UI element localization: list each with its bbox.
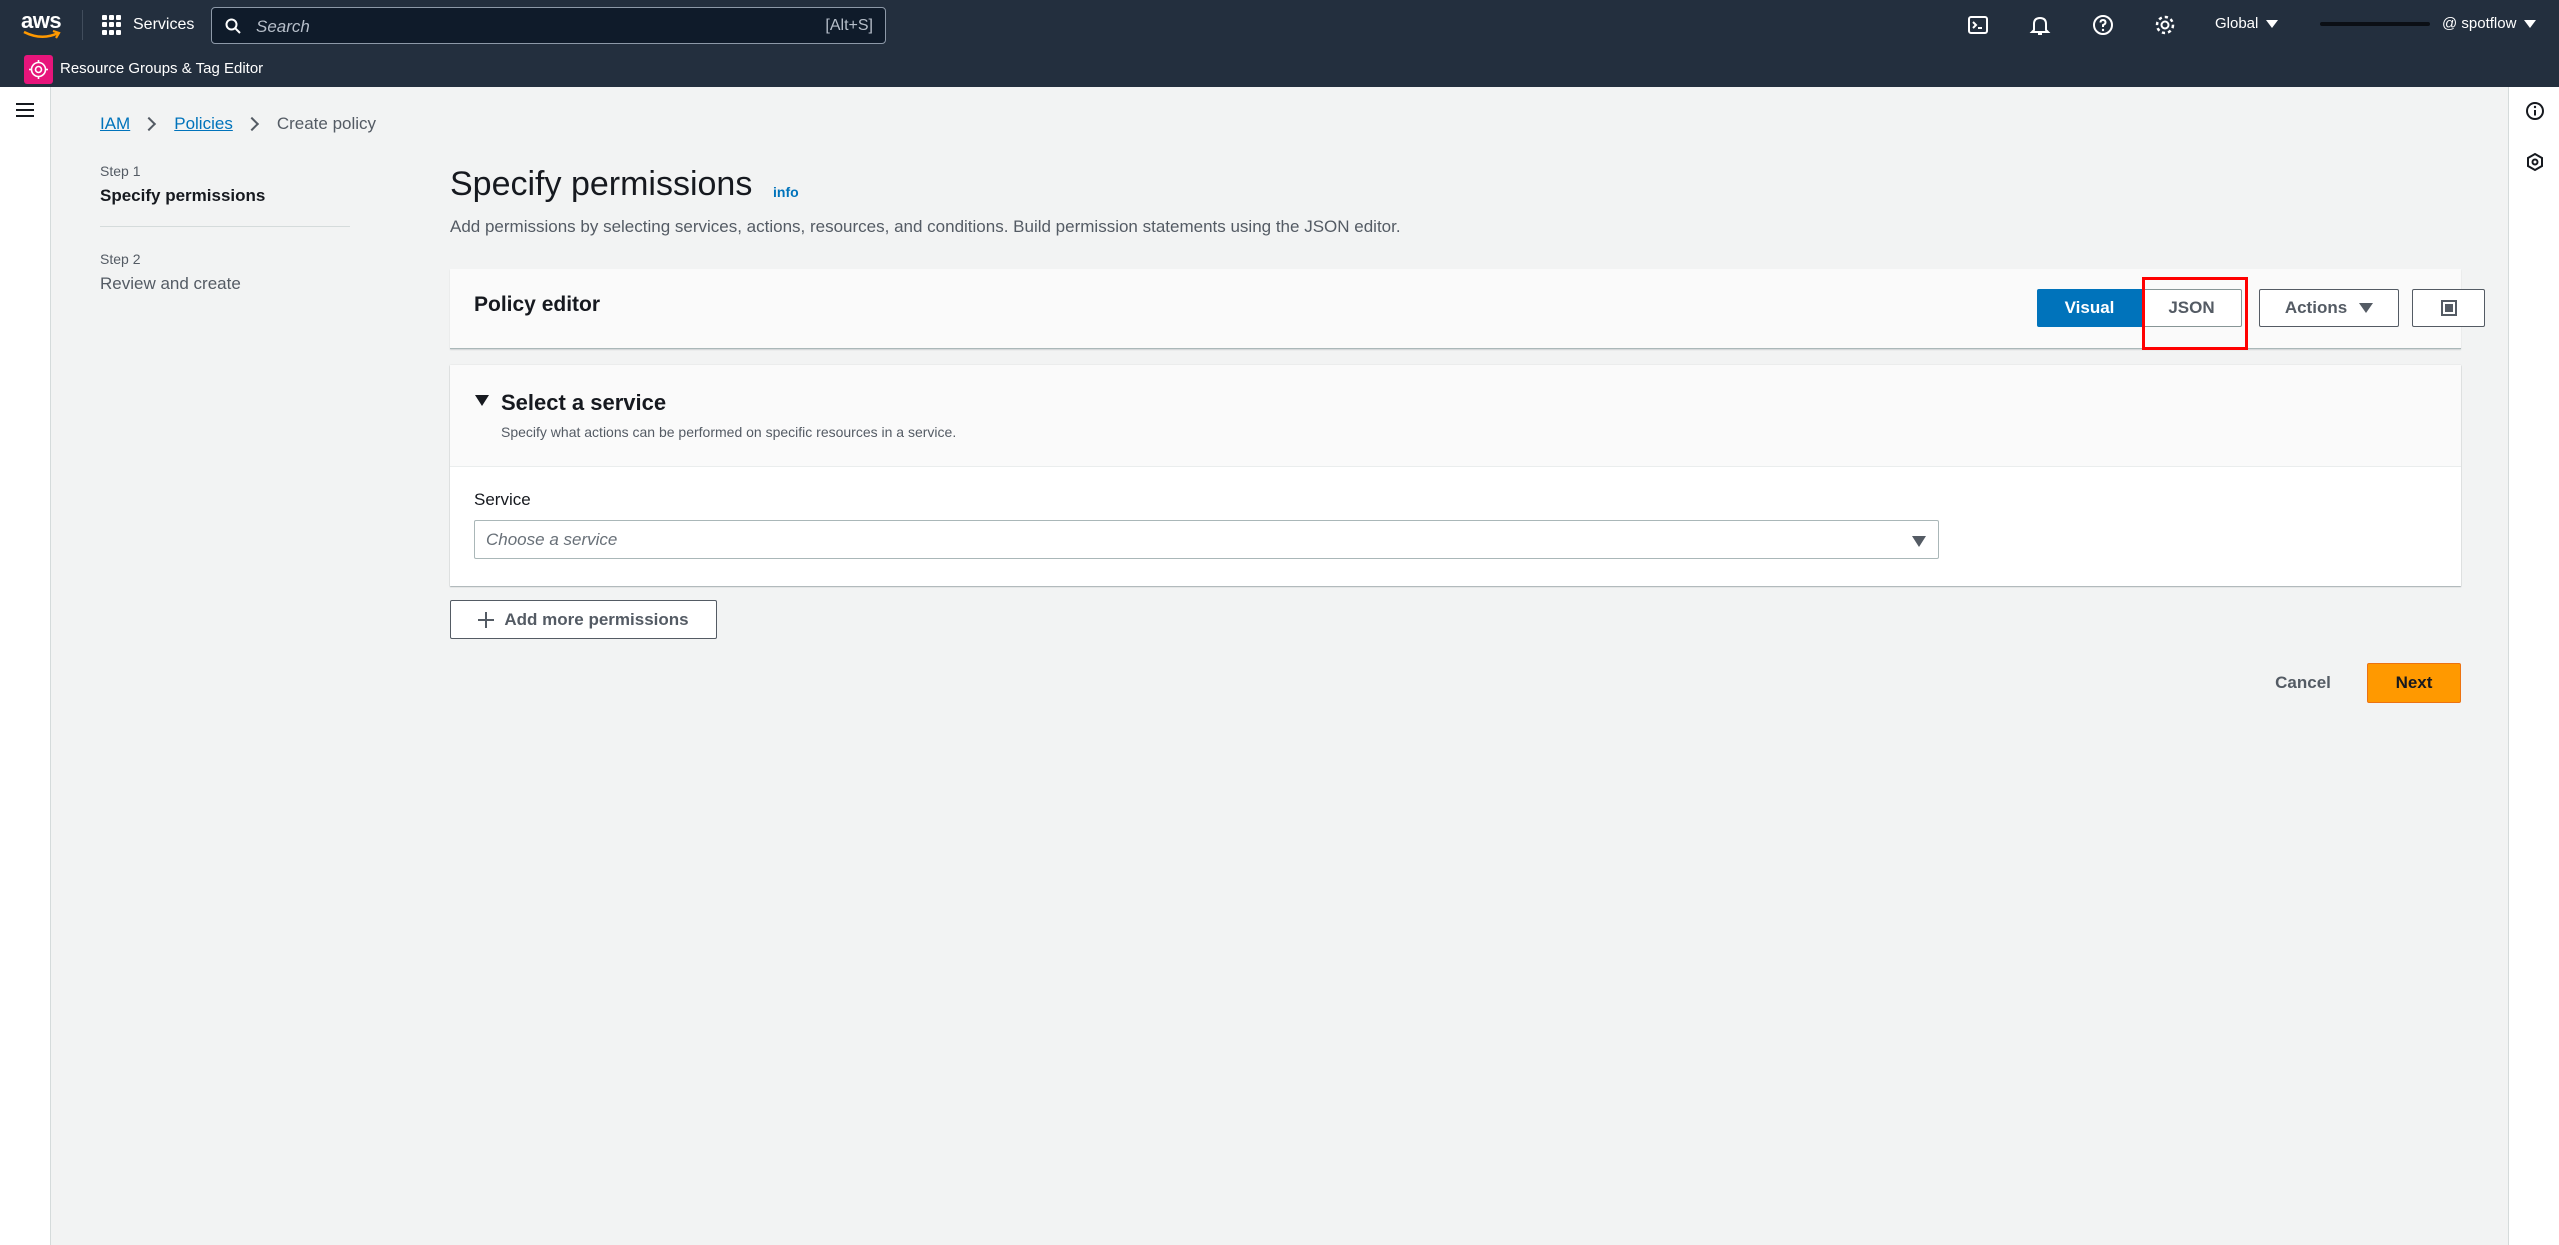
- cancel-button[interactable]: Cancel: [2258, 664, 2348, 702]
- breadcrumb-current: Create policy: [276, 114, 377, 133]
- breadcrumb: IAM Policies Create policy: [100, 114, 376, 134]
- left-rail: [0, 87, 51, 1245]
- chevron-right-icon: [244, 116, 259, 132]
- info-icon[interactable]: [2525, 101, 2545, 121]
- resource-groups-link[interactable]: Resource Groups & Tag Editor: [60, 60, 263, 77]
- plus-icon: [478, 611, 495, 628]
- panel-icon: [2440, 300, 2457, 316]
- wizard-steps: Step 1 Specify permissions Step 2 Review…: [100, 163, 350, 294]
- page-description: Add permissions by selecting services, a…: [450, 217, 1401, 236]
- caret-down-icon: [1912, 536, 1926, 547]
- grid-icon: [102, 15, 122, 35]
- caret-down-icon: [2359, 303, 2374, 313]
- aws-logo[interactable]: aws: [20, 8, 64, 40]
- bell-icon[interactable]: [2028, 13, 2052, 37]
- help-icon[interactable]: [2091, 13, 2115, 37]
- side-panel-toggle-button[interactable]: [2412, 289, 2485, 327]
- search-shortcut: [Alt+S]: [825, 17, 873, 34]
- select-service-description: Specify what actions can be performed on…: [501, 424, 957, 440]
- divider: [82, 10, 83, 40]
- search-icon: [225, 18, 241, 34]
- search-placeholder: Search: [256, 17, 310, 36]
- add-more-permissions-button[interactable]: Add more permissions: [450, 600, 717, 639]
- caret-down-icon: [475, 395, 489, 406]
- breadcrumb-iam[interactable]: IAM: [100, 114, 130, 134]
- info-link[interactable]: info: [773, 184, 799, 200]
- add-more-permissions-label: Add more permissions: [504, 609, 689, 629]
- right-rail: [2508, 87, 2559, 1245]
- chevron-right-icon: [142, 116, 157, 132]
- menu-icon[interactable]: [16, 103, 34, 117]
- feedback-icon[interactable]: [2525, 152, 2545, 172]
- region-selector[interactable]: Global: [2215, 15, 2279, 32]
- account-menu[interactable]: @ spotflow: [2320, 15, 2537, 32]
- actions-label: Actions: [2284, 298, 2348, 317]
- highlight-box: [2142, 277, 2248, 350]
- main-content: IAM Policies Create policy Step 1 Specif…: [51, 87, 2508, 1245]
- divider: [100, 226, 350, 227]
- service-select[interactable]: Choose a service: [474, 520, 1939, 559]
- visual-toggle-button[interactable]: Visual: [2037, 289, 2142, 327]
- redacted-account-id: [2320, 21, 2430, 26]
- cloudshell-icon[interactable]: [1966, 13, 1990, 37]
- resource-groups-icon[interactable]: [24, 55, 53, 84]
- region-label: Global: [2215, 15, 2259, 32]
- search-input[interactable]: Search [Alt+S]: [211, 7, 886, 44]
- policy-editor-header: Policy editor Visual JSON Actions: [450, 269, 2485, 350]
- aws-smile-icon: [23, 30, 61, 39]
- step-2-number: Step 2: [100, 251, 141, 267]
- step-2-title[interactable]: Review and create: [100, 274, 350, 294]
- account-label: @ spotflow: [2442, 15, 2517, 32]
- select-service-header[interactable]: Select a service Specify what actions ca…: [450, 365, 2461, 467]
- select-service-container: Select a service Specify what actions ca…: [450, 365, 2461, 586]
- gear-icon[interactable]: [2153, 13, 2177, 37]
- step-1-number: Step 1: [100, 163, 141, 179]
- step-1-title: Specify permissions: [100, 186, 266, 205]
- breadcrumb-policies[interactable]: Policies: [174, 114, 233, 134]
- top-navigation: aws Services Search [Alt+S] Global @ spo…: [0, 0, 2559, 87]
- select-service-title: Select a service: [501, 390, 667, 415]
- services-menu-button[interactable]: Services: [102, 12, 194, 38]
- actions-dropdown-button[interactable]: Actions: [2259, 289, 2399, 327]
- next-button[interactable]: Next: [2367, 663, 2461, 703]
- policy-editor-title: Policy editor: [474, 293, 601, 316]
- favorites-bar: Resource Groups & Tag Editor: [0, 50, 2559, 87]
- caret-down-icon: [2266, 19, 2279, 28]
- service-select-placeholder: Choose a service: [486, 530, 618, 549]
- service-field-label: Service: [474, 490, 531, 509]
- page-title: Specify permissions: [450, 165, 753, 203]
- caret-down-icon: [2524, 19, 2537, 28]
- services-label: Services: [133, 16, 195, 33]
